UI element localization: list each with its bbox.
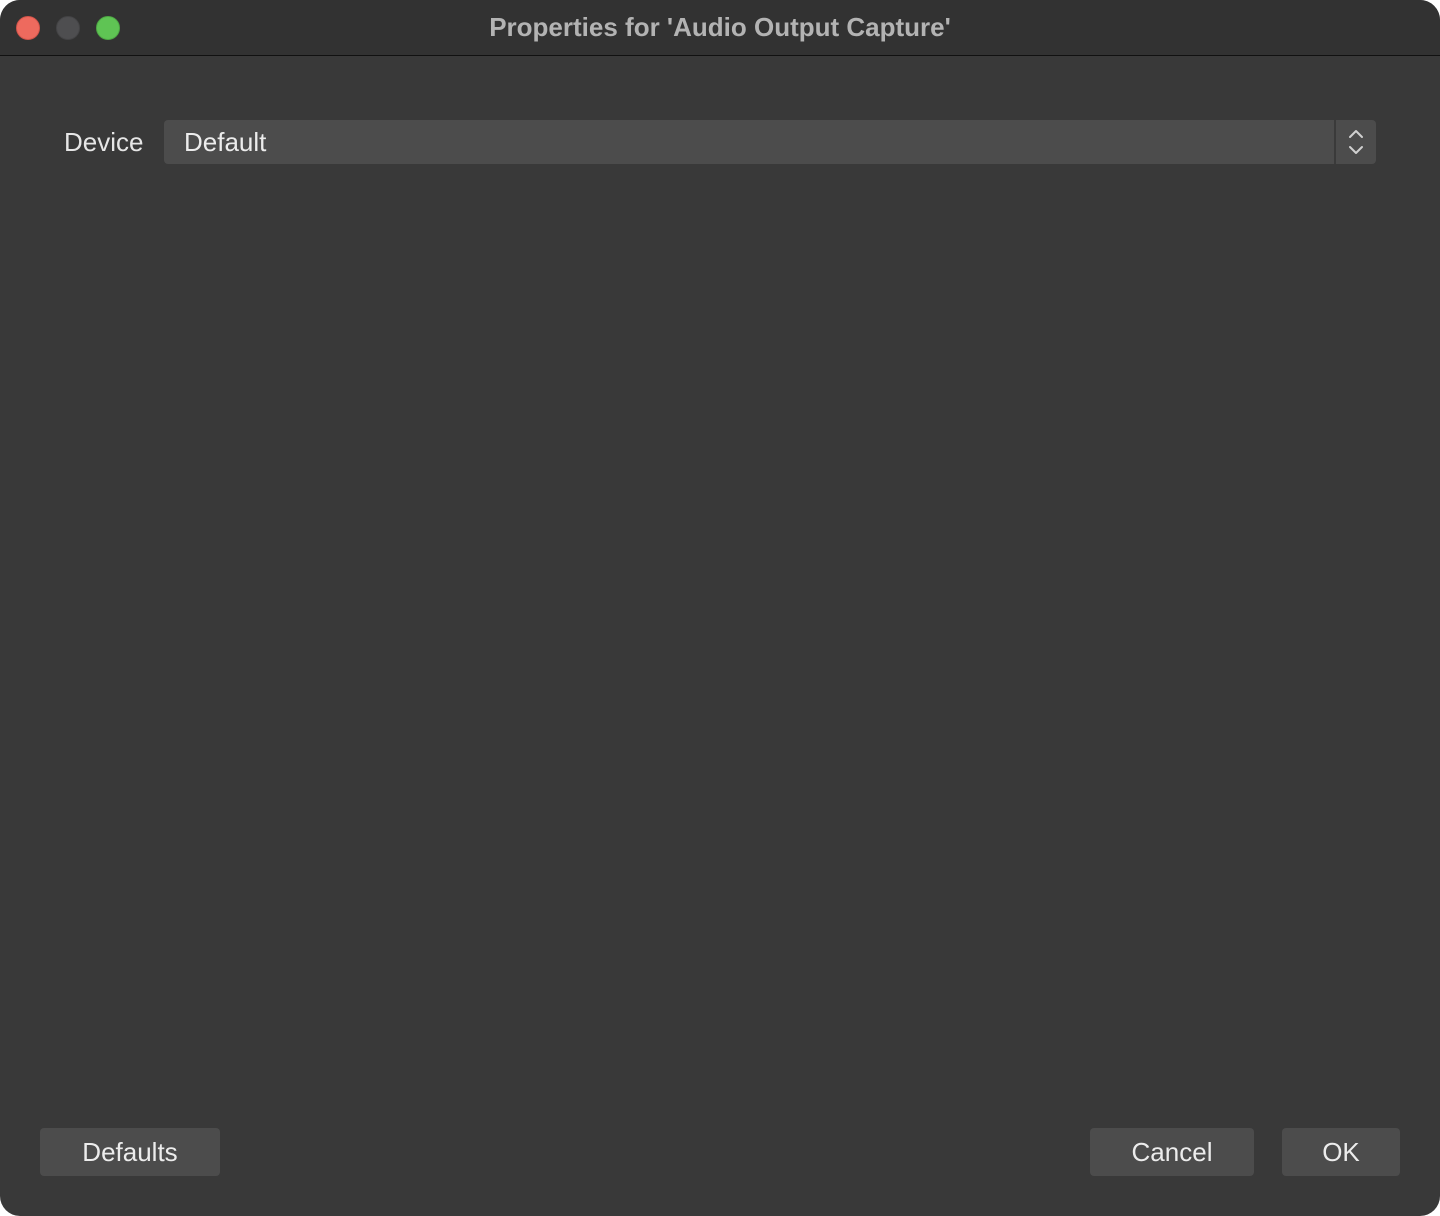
zoom-icon[interactable] [96,16,120,40]
title-bar[interactable]: Properties for 'Audio Output Capture' [0,0,1440,56]
device-label: Device [64,127,144,157]
minimize-icon[interactable] [56,16,80,40]
device-select-value: Default [184,127,267,157]
properties-window: Properties for 'Audio Output Capture' De… [0,0,1440,1216]
defaults-button[interactable]: Defaults [40,1128,220,1176]
cancel-button[interactable]: Cancel [1090,1128,1254,1176]
ok-button[interactable]: OK [1282,1128,1400,1176]
window-title: Properties for 'Audio Output Capture' [489,12,951,42]
device-select[interactable]: Default [164,120,1376,164]
chevron-up-down-icon[interactable] [1336,120,1376,164]
close-icon[interactable] [16,16,40,40]
